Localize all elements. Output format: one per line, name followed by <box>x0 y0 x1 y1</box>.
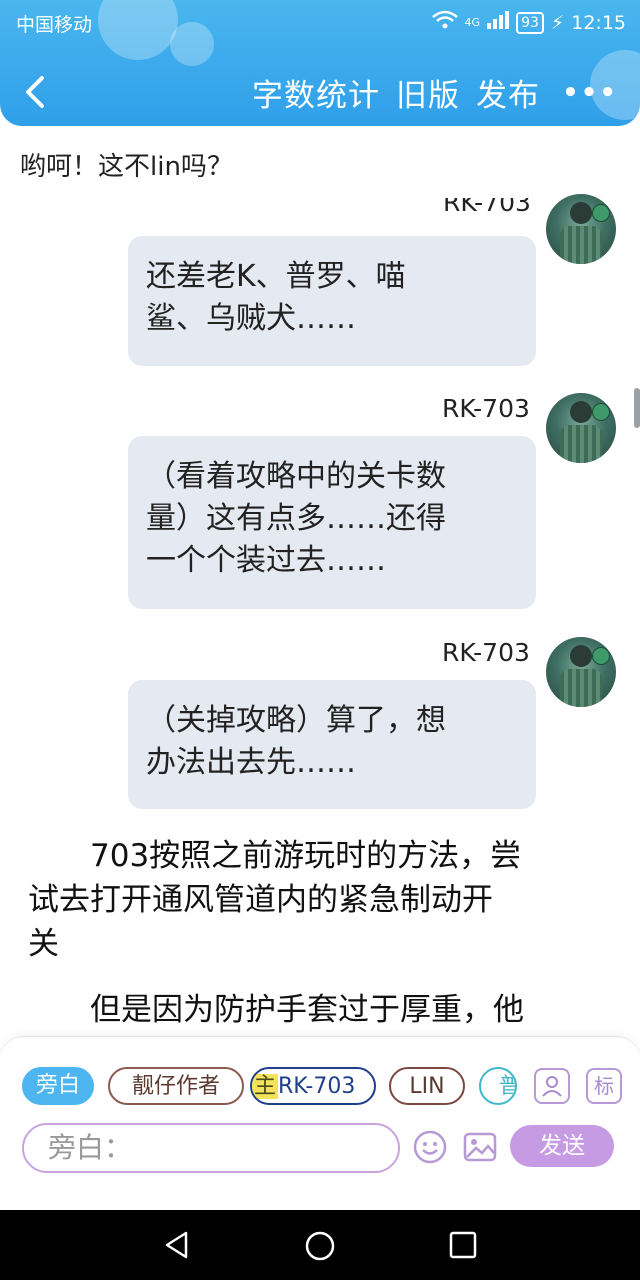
bubble-line: 还差老K、普罗、喵 <box>146 259 406 294</box>
word-count-button[interactable]: 字数统计 <box>252 70 380 115</box>
system-nav-bar <box>0 1210 640 1280</box>
avatar-helmet <box>570 202 592 224</box>
role-chip-pu[interactable]: 普 <box>479 1067 517 1105</box>
avatar-badge <box>592 403 610 421</box>
role-chip-label: RK-703 <box>278 1074 356 1099</box>
signal-icon <box>487 11 510 34</box>
avatar-helmet <box>570 401 592 423</box>
bubble-line: （关掉攻略）算了，想 <box>146 703 446 738</box>
bubble-line: 一个个装过去…… <box>146 543 386 578</box>
sender-name-text: RK-703 <box>443 198 531 217</box>
avatar-helmet <box>570 645 592 667</box>
avatar-body <box>560 226 602 264</box>
main-role-marker: 主 <box>252 1074 279 1099</box>
narration-line: 关 <box>28 926 59 962</box>
chat-bubble[interactable]: （关掉攻略）算了，想 办法出去先…… <box>128 680 536 809</box>
old-version-button[interactable]: 旧版 <box>396 70 460 115</box>
contacts-button[interactable] <box>534 1068 570 1104</box>
nav-recents-icon[interactable] <box>448 1230 478 1260</box>
narration-line: 但是因为防护手套过于厚重，他 <box>90 992 524 1028</box>
avatar-badge <box>592 647 610 665</box>
tag-button[interactable]: 标 <box>586 1068 622 1104</box>
carrier-name: 中国移动 <box>16 14 93 36</box>
scrollbar[interactable] <box>634 388 640 428</box>
role-chip-rk703[interactable]: 主RK-703 <box>250 1067 376 1105</box>
status-bar: 中国移动 4G 93 ⚡ 12:15 <box>0 0 640 44</box>
battery-indicator: 93 <box>516 11 544 34</box>
avatar-body <box>560 669 602 707</box>
smiley-icon <box>413 1130 447 1164</box>
role-chip-lin[interactable]: LIN <box>389 1067 465 1105</box>
emoji-button[interactable] <box>412 1129 448 1165</box>
nav-back-icon[interactable] <box>162 1230 192 1260</box>
narration-line: 703按照之前游玩时的方法，尝 <box>90 838 522 874</box>
chat-bubble[interactable]: （看着攻略中的关卡数 量）这有点多……还得 一个个装过去…… <box>128 436 536 609</box>
message-input[interactable]: 旁白： <box>22 1123 400 1173</box>
clock: 12:15 <box>571 11 626 34</box>
role-chip-narration[interactable]: 旁白 <box>22 1067 94 1105</box>
header-actions: 字数统计 旧版 发布 <box>252 70 540 115</box>
image-icon <box>463 1132 497 1162</box>
sender-name: RK-703 <box>442 394 530 423</box>
back-arrow-icon <box>26 76 44 108</box>
composer-panel: 旁白 靓仔作者 主RK-703 LIN 普 标 旁白： 发送 <box>0 1036 640 1211</box>
bubble-line: 鲨、乌贼犬…… <box>146 301 356 336</box>
nav-home-icon[interactable] <box>304 1230 336 1262</box>
narration-paragraph[interactable]: 703按照之前游玩时的方法，尝 试去打开通风管道内的紧急制动开 关 <box>28 834 614 966</box>
wifi-icon <box>431 10 458 35</box>
send-button[interactable]: 发送 <box>510 1125 614 1167</box>
avatar[interactable] <box>546 637 616 707</box>
app-header: 中国移动 4G 93 ⚡ 12:15 字数统计 旧版 发布 ••• <box>0 0 640 126</box>
narration-paragraph[interactable]: 但是因为防护手套过于厚重，他 <box>28 988 614 1032</box>
bubble-line: （看着攻略中的关卡数 <box>146 459 446 494</box>
nav-bar: 字数统计 旧版 发布 ••• <box>0 60 640 126</box>
more-menu-button[interactable]: ••• <box>562 78 618 108</box>
avatar-badge <box>592 204 610 222</box>
publish-button[interactable]: 发布 <box>476 70 540 115</box>
image-button[interactable] <box>462 1129 498 1165</box>
chat-bubble[interactable]: 还差老K、普罗、喵 鲨、乌贼犬…… <box>128 236 536 366</box>
back-button[interactable] <box>18 72 58 112</box>
sender-name: RK-703 <box>442 638 530 667</box>
network-type: 4G <box>464 16 481 29</box>
avatar[interactable] <box>546 194 616 264</box>
bubble-line: 量）这有点多……还得 <box>146 501 446 536</box>
contacts-icon <box>542 1076 562 1097</box>
charging-icon: ⚡ <box>550 11 565 34</box>
role-chip-author[interactable]: 靓仔作者 <box>108 1067 244 1105</box>
narration-greeting: 哟呵！这不lin吗？ <box>20 152 233 182</box>
avatar-body <box>560 425 602 463</box>
narration-line: 试去打开通风管道内的紧急制动开 <box>28 882 493 918</box>
sender-name: RK-703 <box>443 198 531 220</box>
bubble-line: 办法出去先…… <box>146 745 356 780</box>
avatar[interactable] <box>546 393 616 463</box>
status-indicators: 4G 93 ⚡ 12:15 <box>431 10 626 35</box>
